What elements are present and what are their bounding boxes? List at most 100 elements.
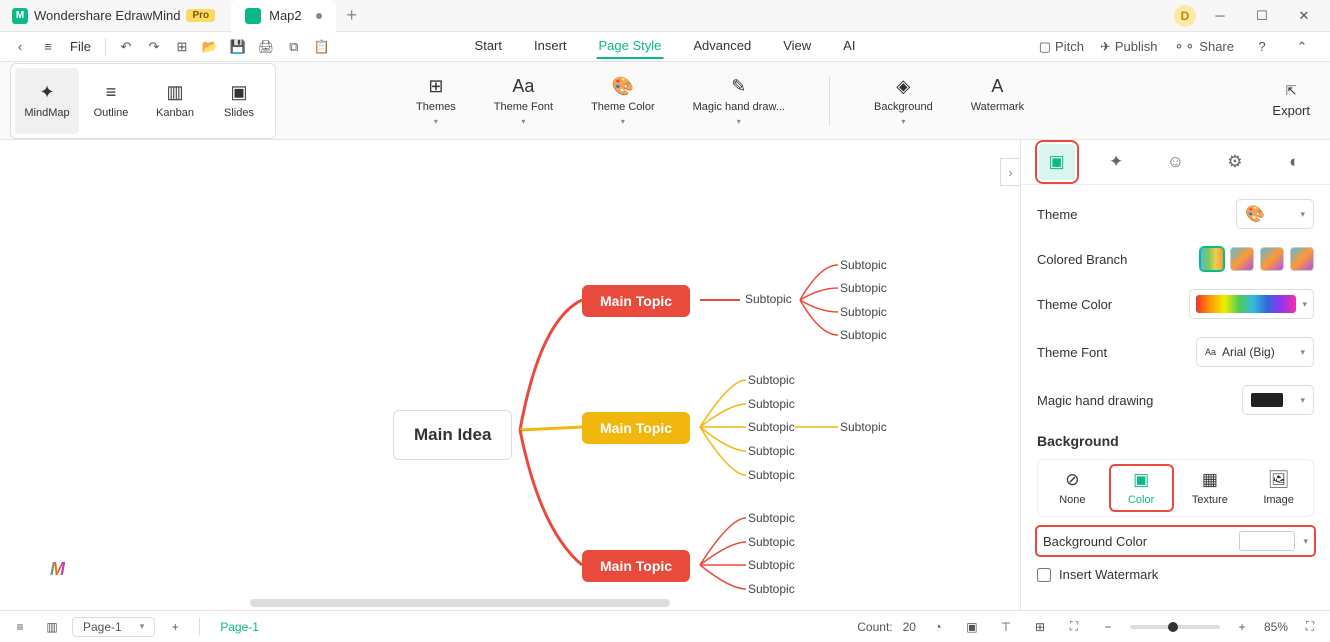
tab-ai[interactable]: AI: [841, 34, 857, 59]
zoom-in-button[interactable]: +: [1230, 615, 1254, 639]
file-menu[interactable]: File: [64, 39, 97, 54]
theme-font-select[interactable]: AaArial (Big)▾: [1196, 337, 1314, 367]
panel-tab-effects[interactable]: ✦: [1098, 144, 1134, 180]
panel-tab-style[interactable]: ▣: [1039, 144, 1075, 180]
minimize-button[interactable]: ─: [1202, 1, 1238, 31]
collapse-ribbon-button[interactable]: ⌃: [1290, 35, 1314, 59]
colored-branch-opt-3[interactable]: [1260, 247, 1284, 271]
bg-color-swatch[interactable]: [1239, 531, 1295, 551]
publish-button[interactable]: ✈Publish: [1100, 39, 1158, 55]
save-button[interactable]: 💾: [226, 35, 250, 59]
node-subtopic[interactable]: Subtopic: [840, 305, 887, 319]
insert-watermark-input[interactable]: [1037, 568, 1051, 582]
bg-opt-image[interactable]: 🖼Image: [1248, 466, 1309, 510]
node-subtopic[interactable]: Subtopic: [748, 511, 795, 525]
sb-icon-4[interactable]: ⊞: [1028, 615, 1052, 639]
view-kanban[interactable]: ▥Kanban: [143, 68, 207, 134]
new-button[interactable]: ⊞: [170, 35, 194, 59]
view-outline[interactable]: ≡Outline: [79, 68, 143, 134]
sb-icon-2[interactable]: ▣: [960, 615, 984, 639]
node-main-idea[interactable]: Main Idea: [393, 410, 512, 460]
menu-button[interactable]: ≡: [36, 35, 60, 59]
theme-color-select[interactable]: ▾: [1189, 289, 1314, 319]
theme-color-button[interactable]: 🎨Theme Color▾: [591, 76, 655, 126]
colored-branch-opt-1[interactable]: [1200, 247, 1224, 271]
colored-branch-opt-2[interactable]: [1230, 247, 1254, 271]
panel-tab-emoji[interactable]: ☺: [1157, 144, 1193, 180]
document-tab[interactable]: Map2: [231, 0, 336, 32]
themes-button[interactable]: ⊞Themes▾: [416, 76, 456, 126]
node-main-topic-1[interactable]: Main Topic: [582, 285, 690, 317]
tab-advanced[interactable]: Advanced: [691, 34, 753, 59]
node-subtopic[interactable]: Subtopic: [840, 420, 887, 434]
export-button[interactable]: ⇱Export: [1272, 83, 1310, 118]
kanban-icon: ▥: [166, 82, 183, 103]
horizontal-scrollbar[interactable]: [250, 599, 670, 607]
node-main-topic-2[interactable]: Main Topic: [582, 412, 690, 444]
panel-tab-history[interactable]: ◐: [1276, 144, 1312, 180]
user-avatar[interactable]: D: [1174, 5, 1196, 27]
fullscreen-button[interactable]: ⛶: [1298, 615, 1322, 639]
redo-button[interactable]: ↷: [142, 35, 166, 59]
add-page-button[interactable]: +: [163, 615, 187, 639]
view-mindmap[interactable]: ✦MindMap: [15, 68, 79, 134]
node-subtopic[interactable]: Subtopic: [748, 373, 795, 387]
theme-font-button[interactable]: AaTheme Font▾: [494, 76, 553, 126]
zoom-thumb[interactable]: [1168, 622, 1178, 632]
theme-select[interactable]: 🎨▾: [1236, 199, 1314, 229]
colored-branch-opt-4[interactable]: [1290, 247, 1314, 271]
undo-button[interactable]: ↶: [114, 35, 138, 59]
bg-opt-texture[interactable]: ▦Texture: [1180, 466, 1241, 510]
node-subtopic[interactable]: Subtopic: [748, 397, 795, 411]
sb-icon-1[interactable]: ◔: [926, 615, 950, 639]
pitch-icon: ▢: [1039, 39, 1051, 55]
node-subtopic[interactable]: Subtopic: [840, 328, 887, 342]
add-tab-button[interactable]: +: [336, 0, 368, 32]
close-button[interactable]: ✕: [1286, 1, 1322, 31]
page-tab-1[interactable]: Page-1: [212, 618, 267, 636]
sb-icon-3[interactable]: ⊤: [994, 615, 1018, 639]
node-subtopic[interactable]: Subtopic: [748, 535, 795, 549]
watermark-button[interactable]: AWatermark: [971, 76, 1024, 126]
bg-opt-color[interactable]: ▣Color: [1111, 466, 1172, 510]
copy-button[interactable]: ⧉: [282, 35, 306, 59]
magic-hand-select[interactable]: ▾: [1242, 385, 1314, 415]
node-subtopic[interactable]: Subtopic: [748, 558, 795, 572]
pitch-button[interactable]: ▢Pitch: [1039, 39, 1084, 55]
panel-tab-settings[interactable]: ⚙: [1217, 144, 1253, 180]
share-button[interactable]: ⚬⚬Share: [1174, 39, 1235, 55]
help-button[interactable]: ?: [1250, 35, 1274, 59]
tab-start[interactable]: Start: [473, 34, 504, 59]
zoom-out-button[interactable]: −: [1096, 615, 1120, 639]
node-subtopic[interactable]: Subtopic: [840, 281, 887, 295]
sb-icon-5[interactable]: ⛶: [1062, 615, 1086, 639]
page-list-button[interactable]: ▥: [40, 615, 64, 639]
background-button[interactable]: ◈Background▾: [874, 76, 933, 126]
magic-hand-button[interactable]: ✎Magic hand draw...▾: [693, 76, 785, 126]
view-slides[interactable]: ▣Slides: [207, 68, 271, 134]
tab-page-style[interactable]: Page Style: [597, 34, 664, 59]
node-main-topic-3[interactable]: Main Topic: [582, 550, 690, 582]
open-button[interactable]: 📂: [198, 35, 222, 59]
maximize-button[interactable]: ☐: [1244, 1, 1280, 31]
tab-insert[interactable]: Insert: [532, 34, 569, 59]
node-subtopic[interactable]: Subtopic: [745, 292, 792, 306]
tab-view[interactable]: View: [781, 34, 813, 59]
paste-button[interactable]: 📋: [310, 35, 334, 59]
bg-color-caret[interactable]: ▾: [1303, 536, 1308, 547]
node-subtopic[interactable]: Subtopic: [840, 258, 887, 272]
node-subtopic[interactable]: Subtopic: [748, 582, 795, 596]
panel-tabs: ▣ ✦ ☺ ⚙ ◐: [1021, 140, 1330, 185]
page-select[interactable]: Page-1▾: [72, 617, 155, 637]
zoom-slider[interactable]: [1130, 625, 1220, 629]
panel-collapse-button[interactable]: ›: [1000, 158, 1020, 186]
back-button[interactable]: ‹: [8, 35, 32, 59]
node-subtopic[interactable]: Subtopic: [748, 468, 795, 482]
print-button[interactable]: 🖨: [254, 35, 278, 59]
node-subtopic[interactable]: Subtopic: [748, 444, 795, 458]
node-subtopic[interactable]: Subtopic: [748, 420, 795, 434]
insert-watermark-checkbox[interactable]: Insert Watermark: [1037, 567, 1314, 582]
bg-opt-none[interactable]: ⊘None: [1042, 466, 1103, 510]
canvas[interactable]: Main Idea Main Topic Main Topic Main Top…: [0, 140, 1020, 610]
outline-view-button[interactable]: ≡: [8, 615, 32, 639]
